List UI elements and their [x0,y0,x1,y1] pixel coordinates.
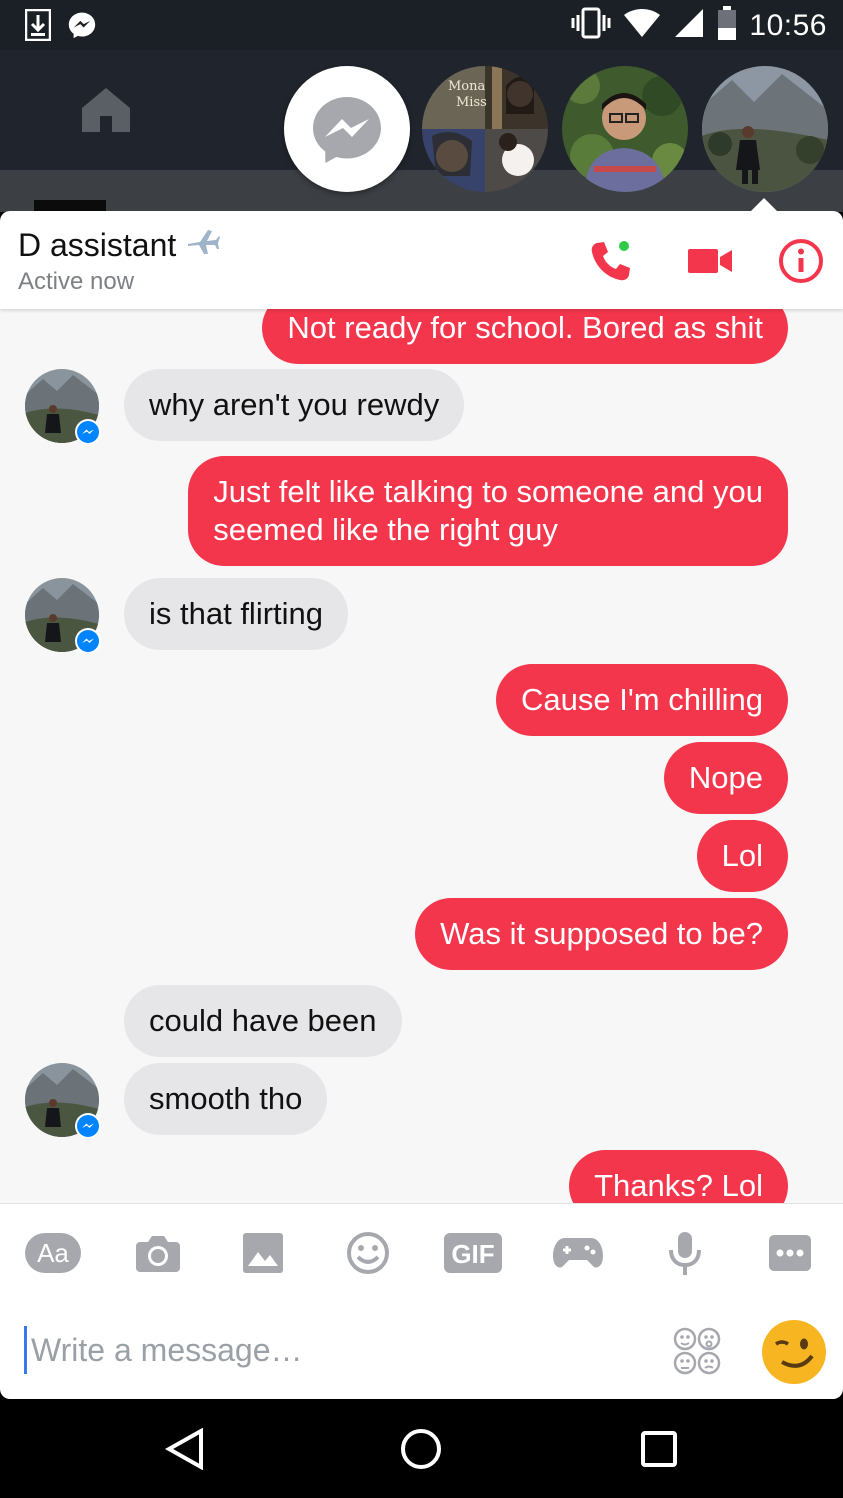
contact-name-text: D assistant [18,226,177,263]
sticker-button[interactable] [672,1326,722,1376]
message-incoming[interactable]: smooth tho [124,1063,328,1135]
chat-head-group[interactable]: Mona Miss [422,66,548,192]
video-call-button[interactable] [685,236,735,286]
info-icon [779,239,823,283]
mic-icon [669,1232,701,1275]
back-button[interactable] [160,1424,210,1474]
message-incoming[interactable]: could have been [124,985,402,1057]
chat-heads-shadow [0,170,843,212]
status-bar-notifications [24,8,96,42]
group-photo-text-2: Miss [456,95,487,110]
group-photo-text-1: Mona [448,79,486,94]
gallery-button[interactable] [233,1228,293,1278]
more-icon [769,1235,811,1271]
message-line-1: Just felt like talking to someone and yo… [213,474,763,509]
message-outgoing[interactable]: Nope [663,742,788,814]
messenger-badge-icon [75,628,101,654]
sticker-icon [673,1327,721,1375]
info-button[interactable] [776,236,826,286]
text-tool-button[interactable]: Aa [23,1228,83,1278]
avatar[interactable] [25,369,101,445]
messenger-badge-icon [75,419,101,445]
home-circle-icon [401,1429,441,1469]
back-icon [165,1428,203,1470]
text-tool-label: Aa [37,1238,69,1268]
person-photo [562,66,688,192]
text-icon: Aa [25,1233,81,1273]
image-icon [243,1233,283,1273]
avatar[interactable] [25,578,101,654]
message-outgoing[interactable]: Cause I'm chilling [496,664,788,736]
contact-name[interactable]: D assistant [18,226,221,264]
messenger-chat-head[interactable] [284,66,410,192]
recents-button[interactable] [634,1424,684,1474]
signal-icon [673,7,705,44]
phone-icon [591,241,630,281]
contact-status: Active now [18,268,135,295]
avatar[interactable] [25,1063,101,1139]
game-icon [553,1238,603,1268]
message-outgoing[interactable]: Was it supposed to be? [415,898,788,970]
camera-button[interactable] [128,1228,188,1278]
vibrate-icon [571,7,611,44]
chat-head-person-2[interactable] [562,66,688,192]
messenger-badge-icon [75,1113,101,1139]
message-input[interactable] [24,1326,644,1374]
chat-head-pointer [750,198,778,212]
video-icon [688,249,732,273]
messenger-icon [313,97,381,163]
person-photo [702,66,828,192]
group-photo: Mona Miss [422,66,548,192]
message-incoming[interactable]: why aren't you rewdy [124,369,465,441]
status-bar: 10:56 [0,0,843,50]
status-time: 10:56 [749,8,827,42]
emoji-button[interactable] [338,1228,398,1278]
home-nav-button[interactable] [396,1424,446,1474]
message-outgoing[interactable]: Not ready for school. Bored as shit [262,309,788,364]
message-outgoing[interactable]: Lol [696,820,788,892]
voice-call-button[interactable] [586,236,636,286]
smiley-icon [347,1232,389,1274]
message-outgoing[interactable]: Just felt like talking to someone and yo… [188,456,788,566]
recents-icon [641,1431,677,1467]
chat-head-person-3[interactable] [702,66,828,192]
status-bar-system: 10:56 [571,6,827,45]
wink-emoji-icon [762,1320,826,1384]
message-outgoing[interactable]: Thanks? Lol [569,1150,788,1203]
gif-icon: GIF [444,1233,502,1273]
send-emoji-button[interactable] [760,1318,828,1386]
airplane-emoji [186,226,221,264]
wifi-icon [623,8,661,43]
message-line-2: seemed like the right guy [213,512,558,547]
home-icon[interactable] [80,86,132,137]
voice-clip-button[interactable] [655,1228,715,1278]
messenger-icon [68,8,96,42]
download-icon [24,8,52,42]
message-incoming[interactable]: is that flirting [124,578,349,650]
gif-label: GIF [451,1239,494,1269]
message-list[interactable]: Not ready for school. Bored as shit why … [0,309,843,1203]
gif-button[interactable]: GIF [443,1228,503,1278]
camera-icon [136,1236,180,1272]
more-button[interactable] [760,1228,820,1278]
games-button[interactable] [548,1228,608,1278]
battery-icon [717,6,737,45]
